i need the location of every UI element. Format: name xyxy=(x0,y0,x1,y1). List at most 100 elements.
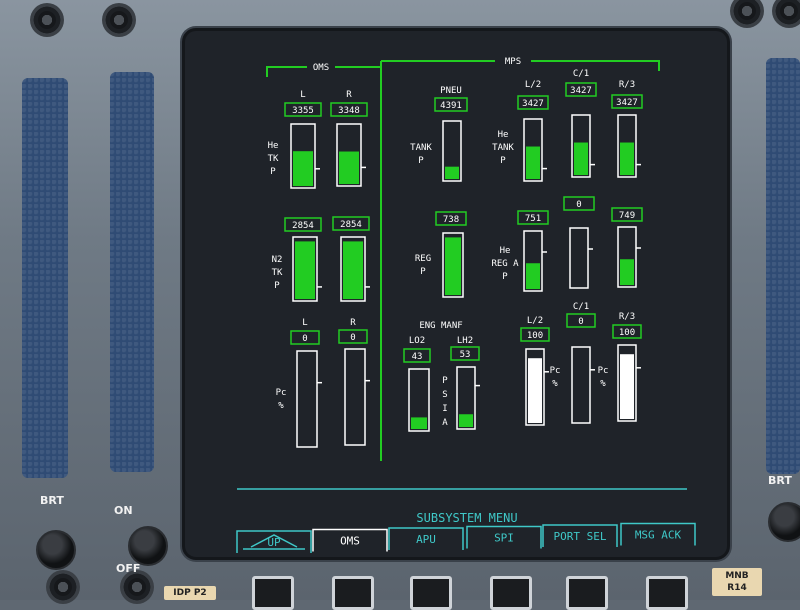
he-tank-gauge-1-fill xyxy=(526,146,540,179)
oms-pc-l-gauge xyxy=(296,350,322,448)
eng-manf-title: ENG MANF xyxy=(419,321,462,331)
oms-n2-l-gauge-fill xyxy=(295,241,315,299)
he-tank-value-3-text: 3427 xyxy=(616,98,638,108)
he-tank-engine-label: R/3 xyxy=(619,80,635,90)
oms-n2-r-value: 2854 xyxy=(332,216,370,231)
mps-pc-value-1: 100 xyxy=(520,327,550,342)
pneu-tank-value: 4391 xyxy=(434,97,468,112)
brightness-knob-right[interactable] xyxy=(768,502,800,542)
lh2-gauge-fill xyxy=(459,414,473,427)
mps-pc-label-1: Pc xyxy=(550,366,561,376)
pneu-tank-gauge-fill xyxy=(445,166,459,179)
mps-pc-value-3: 100 xyxy=(612,324,642,339)
menu-button-label: OMS xyxy=(340,535,360,548)
screw-icon xyxy=(120,570,154,604)
he-tk-p-label-1: He xyxy=(268,141,279,151)
display-canvas: OMS MPS L R He TK P N2 TK P L R Pc % PNE… xyxy=(236,57,696,553)
lh2-value-text: 53 xyxy=(460,350,471,360)
he-tank-p-label-2: TANK xyxy=(492,143,514,153)
mps-title: MPS xyxy=(505,57,521,67)
oms-he-r-value-text: 3348 xyxy=(338,106,360,116)
bezel-key-4[interactable] xyxy=(490,576,532,610)
pneu-reg-gauge xyxy=(442,232,464,298)
he-reg-value-2-text: 0 xyxy=(576,200,581,210)
oms-pc-l-label: L xyxy=(302,318,307,328)
he-tk-p-label-2: TK xyxy=(268,154,279,164)
he-tank-gauge-2-fill xyxy=(574,142,588,175)
lo2-gauge xyxy=(408,368,430,432)
oms-he-r-gauge-fill xyxy=(339,151,359,184)
he-reg-label-1: He xyxy=(500,246,511,256)
menu-button-msg-ack[interactable]: MSG ACK xyxy=(620,522,696,546)
screw-icon xyxy=(46,570,80,604)
mps-pc-value-2-text: 0 xyxy=(578,317,583,327)
menu-button-apu[interactable]: APU xyxy=(388,527,464,550)
he-reg-gauge-3-fill xyxy=(620,259,634,285)
lh2-label: LH2 xyxy=(457,336,473,346)
he-reg-value-1: 751 xyxy=(517,210,549,225)
oms-he-l-gauge-fill xyxy=(293,151,313,186)
he-tank-value-1-text: 3427 xyxy=(522,99,544,109)
he-tank-value-1: 3427 xyxy=(517,95,549,110)
oms-pc-r-gauge xyxy=(344,348,370,446)
he-tank-value-3: 3427 xyxy=(611,94,643,109)
he-reg-gauge-3 xyxy=(617,226,641,288)
he-reg-gauge-1 xyxy=(523,230,547,292)
bezel-key-6[interactable] xyxy=(646,576,688,610)
he-tank-engine-label: C/1 xyxy=(573,69,589,79)
pneu-title: PNEU xyxy=(440,86,462,96)
he-tk-p-label-3: P xyxy=(270,167,276,177)
power-knob[interactable] xyxy=(128,526,168,566)
he-reg-value-3-text: 749 xyxy=(619,211,635,221)
bezel-key-3[interactable] xyxy=(410,576,452,610)
mps-pc-engine-label: L/2 xyxy=(527,316,543,326)
lh2-value: 53 xyxy=(450,346,480,361)
brightness-knob-left[interactable] xyxy=(36,530,76,570)
he-tank-gauge-3 xyxy=(617,114,641,178)
pneu-tank-value-text: 4391 xyxy=(440,101,462,111)
oms-l-label: L xyxy=(300,90,305,100)
menu-button-up[interactable]: UP xyxy=(236,530,312,553)
screw-icon xyxy=(102,3,136,37)
left-inner-panel-strip xyxy=(110,72,154,472)
n2-tk-p-label-2: TK xyxy=(272,268,283,278)
bezel-key-5[interactable] xyxy=(566,576,608,610)
lo2-value-text: 43 xyxy=(412,352,423,362)
oms-n2-r-gauge-fill xyxy=(343,241,363,299)
bezel-key-2[interactable] xyxy=(332,576,374,610)
menu-button-label: SPI xyxy=(494,532,514,545)
bezel-key-1[interactable] xyxy=(252,576,294,610)
lo2-label: LO2 xyxy=(409,336,425,346)
on-label: ON xyxy=(114,504,133,517)
mps-pc-engine-label: R/3 xyxy=(619,312,635,322)
he-tank-gauge-3-fill xyxy=(620,142,634,175)
oms-n2-l-value-text: 2854 xyxy=(292,221,314,231)
oms-pc-l-value-text: 0 xyxy=(302,334,307,344)
oms-he-l-value: 3355 xyxy=(284,102,322,117)
oms-n2-r-value-text: 2854 xyxy=(340,220,362,230)
mps-pc-engine-label: C/1 xyxy=(573,302,589,312)
oms-he-l-gauge xyxy=(290,123,320,189)
psia-i: I xyxy=(442,404,447,414)
subsystem-menu: UP OMS APU SPI PORT SEL MSG ACK xyxy=(236,522,696,553)
menu-button-port-sel[interactable]: PORT SEL xyxy=(542,524,618,547)
gauge-layer: 3355 3348 2854 2854 0 0 4391 738 L/2 3427 C/1 3427 R… xyxy=(284,69,643,448)
oms-he-l-value-text: 3355 xyxy=(292,106,314,116)
left-outer-panel-strip xyxy=(22,78,68,478)
menu-button-label: MSG ACK xyxy=(635,529,682,542)
pneu-reg-label-1: REG xyxy=(415,254,431,264)
menu-button-spi[interactable]: SPI xyxy=(466,525,542,549)
pneu-reg-value-text: 738 xyxy=(443,215,459,225)
right-panel-strip xyxy=(766,58,800,474)
mps-pc-gauge-1 xyxy=(525,348,549,426)
mps-pc-value-2: 0 xyxy=(566,313,596,328)
idp-placard: IDP P2 xyxy=(164,586,216,600)
brt-left-label: BRT xyxy=(40,494,64,507)
menu-button-oms[interactable]: OMS xyxy=(312,528,388,552)
pneu-tank-gauge xyxy=(442,120,462,182)
lo2-gauge-fill xyxy=(411,417,427,429)
he-tank-gauge-2 xyxy=(571,114,595,178)
lo2-value: 43 xyxy=(403,348,431,363)
mps-pc-gauge-2 xyxy=(571,346,595,424)
oms-pc-r-value: 0 xyxy=(338,329,368,344)
